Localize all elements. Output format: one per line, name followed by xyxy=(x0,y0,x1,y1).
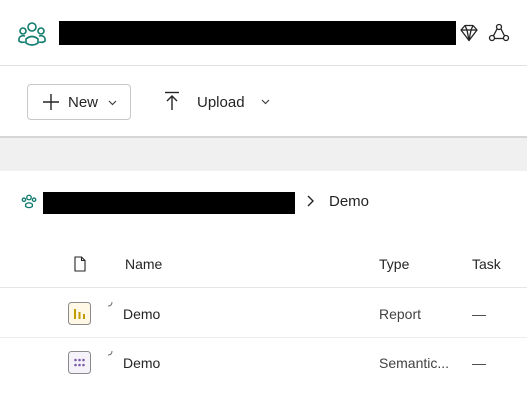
workspace-header xyxy=(0,0,527,66)
command-toolbar: New Upload xyxy=(0,66,527,138)
status-indicator-icon xyxy=(107,350,113,356)
table-header: Name Type Task xyxy=(0,240,527,288)
breadcrumb-workspace-redacted[interactable] xyxy=(43,192,295,214)
breadcrumb-current: Demo xyxy=(329,193,370,210)
chevron-down-icon xyxy=(261,99,270,105)
workspace-title-redacted xyxy=(59,21,456,45)
item-name[interactable]: Demo xyxy=(123,355,160,371)
item-task: — xyxy=(472,306,486,322)
column-header-type[interactable]: Type xyxy=(379,256,409,272)
column-header-task[interactable]: Task xyxy=(472,256,501,272)
upload-button[interactable]: Upload xyxy=(160,86,275,118)
item-type: Semantic... xyxy=(379,355,450,371)
new-button[interactable]: New xyxy=(27,84,131,120)
upload-button-label: Upload xyxy=(197,94,245,111)
items-table: Name Type Task Demo Report — Demo Semant… xyxy=(0,240,527,390)
content-divider-band xyxy=(0,138,527,171)
status-indicator-icon xyxy=(107,301,113,307)
table-row[interactable]: Demo Semantic... — xyxy=(0,338,527,387)
table-row[interactable]: Demo Report — xyxy=(0,289,527,338)
plus-icon xyxy=(43,94,59,110)
workspace-people-icon[interactable] xyxy=(20,193,38,211)
upload-arrow-icon xyxy=(165,91,179,110)
item-type: Report xyxy=(379,306,422,322)
workspace-people-icon xyxy=(18,22,46,46)
item-name[interactable]: Demo xyxy=(123,306,160,322)
breadcrumb: Demo xyxy=(0,171,527,231)
semantic-model-icon xyxy=(68,351,91,374)
file-icon xyxy=(74,256,86,272)
chevron-down-icon xyxy=(108,100,117,106)
network-share-icon[interactable] xyxy=(488,23,510,43)
chevron-right-icon xyxy=(307,195,314,207)
diamond-icon[interactable] xyxy=(459,24,479,42)
new-button-label: New xyxy=(68,94,99,111)
item-task: — xyxy=(472,355,486,371)
column-header-name[interactable]: Name xyxy=(125,256,162,272)
report-icon xyxy=(68,302,91,325)
